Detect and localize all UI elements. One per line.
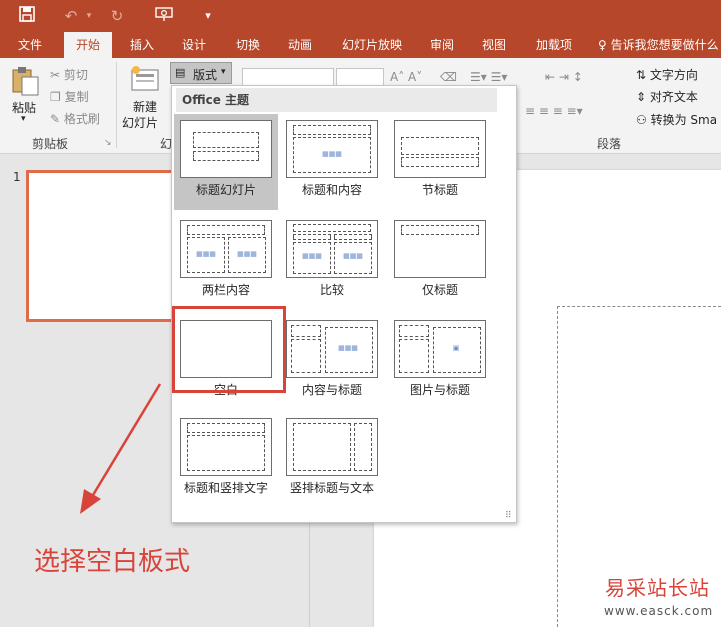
- font-grow-icon[interactable]: A˄ A˅: [390, 70, 422, 84]
- content-icons: ▦▦▦: [237, 250, 257, 258]
- clipboard-group-label: 剪贴板: [32, 137, 69, 151]
- layout-vertical-title-text[interactable]: 竖排标题与文本: [280, 412, 384, 508]
- layout-gallery: Office 主题 标题幻灯片 ▦▦▦ 标题和内容 节标题 ▦▦▦ ▦▦▦ 两栏…: [171, 85, 517, 523]
- layout-icon: ▤: [175, 66, 186, 79]
- slide-number: 1: [13, 170, 21, 184]
- layout-title-and-content[interactable]: ▦▦▦ 标题和内容: [280, 114, 384, 210]
- tab-slideshow[interactable]: 幻灯片放映: [332, 32, 412, 58]
- paste-icon[interactable]: [8, 64, 44, 98]
- cut-button[interactable]: ✂ 剪切: [50, 66, 88, 83]
- watermark-site-name: 易采站长站: [605, 576, 710, 600]
- ribbon-tabs: 文件 开始 插入 设计 切换 动画 幻灯片放映 审阅 视图 加载项 ♀ 告诉我您…: [0, 32, 721, 59]
- layout-thumbnail: ▦▦▦: [286, 320, 378, 378]
- align-text-icon: ⇕: [636, 90, 650, 104]
- new-slide-icon[interactable]: [128, 64, 162, 94]
- title-bar: ↶ ▾ ↻ ▾: [0, 0, 721, 32]
- clear-format-icon[interactable]: ⌫: [440, 70, 457, 84]
- text-direction-icon: ⇅: [636, 68, 650, 82]
- content-icons: ▦▦▦: [343, 252, 363, 260]
- tab-addins[interactable]: 加载项: [526, 32, 582, 58]
- text-direction-button[interactable]: ⇅ 文字方向: [636, 66, 698, 83]
- convert-smartart-button[interactable]: ⚇ 转换为 Sma: [636, 111, 717, 128]
- layout-thumbnail: [394, 220, 486, 278]
- layout-thumbnail: [180, 120, 272, 178]
- layout-content-with-caption[interactable]: ▦▦▦ 内容与标题: [280, 314, 384, 410]
- clipboard-launcher-icon[interactable]: ↘: [104, 138, 112, 148]
- layout-section-header[interactable]: 节标题: [388, 114, 492, 210]
- layout-title-vertical-text[interactable]: 标题和竖排文字: [174, 412, 278, 508]
- layout-thumbnail: [394, 120, 486, 178]
- lightbulb-icon: ♀: [598, 38, 607, 52]
- bullets-icon[interactable]: ☰▾ ☰▾: [470, 70, 507, 84]
- content-icons: ▦▦▦: [322, 150, 342, 158]
- new-slide-label-1[interactable]: 新建: [133, 98, 157, 115]
- layout-thumbnail: ▦▦▦: [286, 120, 378, 178]
- layout-title-only[interactable]: 仅标题: [388, 214, 492, 310]
- content-icons: ▦▦▦: [338, 344, 358, 352]
- layout-picture-with-caption[interactable]: ▣ 图片与标题: [388, 314, 492, 410]
- brush-icon: ✎: [50, 112, 64, 126]
- tab-file[interactable]: 文件: [8, 32, 52, 58]
- layout-thumbnail: ▦▦▦ ▦▦▦: [286, 220, 378, 278]
- tab-view[interactable]: 视图: [472, 32, 516, 58]
- align-text-button[interactable]: ⇕ 对齐文本: [636, 88, 698, 105]
- content-icons: ▦▦▦: [196, 250, 216, 258]
- redo-icon[interactable]: ↻: [106, 6, 128, 26]
- gallery-header: Office 主题: [176, 88, 497, 112]
- smartart-icon: ⚇: [636, 113, 651, 127]
- format-painter-button[interactable]: ✎ 格式刷: [50, 110, 100, 127]
- tab-transitions[interactable]: 切换: [226, 32, 270, 58]
- copy-button[interactable]: ❐ 复制: [50, 88, 89, 105]
- layout-thumbnail: [180, 418, 272, 476]
- chevron-down-icon: ▾: [221, 67, 226, 77]
- picture-icon: ▣: [452, 344, 460, 352]
- copy-icon: ❐: [50, 90, 65, 104]
- slide-thumbnail[interactable]: [26, 170, 186, 322]
- tab-animations[interactable]: 动画: [278, 32, 322, 58]
- layout-two-content[interactable]: ▦▦▦ ▦▦▦ 两栏内容: [174, 214, 278, 310]
- save-icon[interactable]: [16, 6, 38, 26]
- indent-icon[interactable]: ⇤ ⇥ ↕: [545, 70, 583, 84]
- layout-thumbnail: [286, 418, 378, 476]
- annotation-caption: 选择空白板式: [34, 547, 191, 577]
- undo-icon[interactable]: ↶: [60, 6, 82, 26]
- present-icon[interactable]: [152, 6, 176, 26]
- tell-me-box[interactable]: ♀ 告诉我您想要做什么: [598, 32, 721, 58]
- blank-layout-highlight: [172, 306, 286, 393]
- resize-grip-icon[interactable]: ⠿: [505, 511, 512, 521]
- tab-home[interactable]: 开始: [64, 32, 112, 59]
- content-icons: ▦▦▦: [302, 252, 322, 260]
- layout-button[interactable]: ▤ 版式 ▾: [170, 62, 232, 84]
- layout-thumbnail: ▦▦▦ ▦▦▦: [180, 220, 272, 278]
- tab-design[interactable]: 设计: [172, 32, 216, 58]
- tab-insert[interactable]: 插入: [120, 32, 164, 58]
- layout-title-slide[interactable]: 标题幻灯片: [174, 114, 278, 210]
- paragraph-group-label: 段落: [597, 137, 622, 151]
- layout-comparison[interactable]: ▦▦▦ ▦▦▦ 比较: [280, 214, 384, 310]
- undo-dropdown-icon[interactable]: ▾: [84, 6, 94, 26]
- watermark-url: www.easck.com: [604, 604, 714, 618]
- tab-review[interactable]: 审阅: [420, 32, 464, 58]
- scissors-icon: ✂: [50, 68, 64, 82]
- customize-toolbar-icon[interactable]: ▾: [200, 6, 216, 26]
- align-icons[interactable]: ≡ ≡ ≡ ≡▾: [525, 104, 583, 118]
- layout-thumbnail: ▣: [394, 320, 486, 378]
- new-slide-label-2[interactable]: 幻灯片: [122, 114, 158, 131]
- paste-dropdown-icon[interactable]: ▾: [21, 114, 26, 124]
